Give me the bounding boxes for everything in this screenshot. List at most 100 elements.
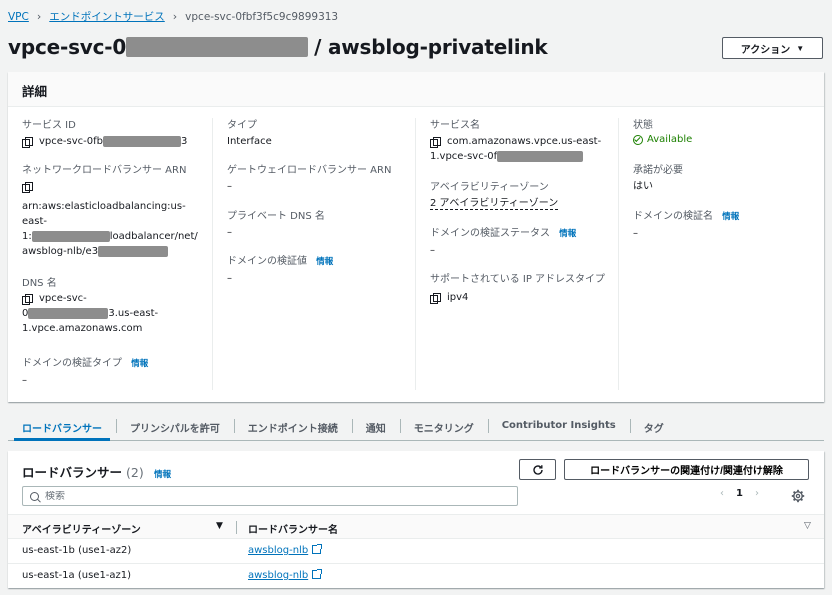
page-number[interactable]: 1 — [736, 488, 743, 499]
column-header-az[interactable]: アベイラビリティーゾーン — [22, 521, 141, 536]
private-dns-label: プライベート DNS 名 — [227, 211, 325, 222]
details-heading: 詳細 — [8, 72, 824, 107]
details-column-1: サービス ID vpce-svc-0fb 3 ネットワークロードバランサー AR… — [22, 118, 212, 390]
service-name-label: サービス名 — [430, 120, 480, 131]
domain-verification-name-value: – — [633, 228, 638, 239]
column-header-lb-name[interactable]: ロードバランサー名 — [248, 521, 338, 536]
domain-verification-type-value: – — [22, 375, 27, 386]
page-title: vpce-svc-0 / awsblog-privatelink — [8, 35, 548, 59]
availability-zones-label: アベイラビリティーゾーン — [430, 182, 549, 193]
service-id-value-prefix: vpce-svc-0fb — [39, 136, 103, 147]
redaction-block — [28, 308, 109, 319]
info-link[interactable]: 情報 — [131, 359, 148, 369]
copy-icon[interactable] — [22, 182, 33, 193]
tab-monitoring[interactable]: モニタリング — [399, 413, 488, 440]
redaction-block — [126, 37, 309, 57]
domain-verification-status-field: ドメインの検証ステータス 情報 – — [430, 226, 576, 258]
service-name-field: サービス名 com.amazonaws.vpce.us-east- 1.vpce… — [430, 118, 601, 164]
domain-verification-status-label: ドメインの検証ステータス — [430, 228, 550, 239]
availability-zones-value[interactable]: 2 アベイラビリティーゾーン — [430, 198, 559, 210]
column-divider — [236, 521, 237, 534]
tab-contributor-insights[interactable]: Contributor Insights — [487, 413, 630, 440]
copy-icon[interactable] — [430, 136, 441, 148]
tab-allow-principals[interactable]: プリンシパルを許可 — [116, 413, 234, 440]
acceptance-required-label: 承諾が必要 — [633, 165, 683, 176]
domain-verification-name-label: ドメインの検証名 — [633, 211, 713, 222]
tab-load-balancers[interactable]: ロードバランサー — [8, 413, 116, 441]
chevron-left-icon[interactable]: ‹ — [720, 488, 724, 499]
details-column-4: 状態 Available 承諾が必要 はい ドメインの検証名 情報 – — [618, 118, 824, 390]
domain-verification-name-field: ドメインの検証名 情報 – — [633, 209, 739, 241]
type-label: タイプ — [227, 120, 257, 131]
service-id-field: サービス ID vpce-svc-0fb 3 — [22, 118, 187, 149]
info-link[interactable]: 情報 — [316, 257, 333, 267]
info-link[interactable]: 情報 — [722, 212, 739, 222]
sort-icon[interactable]: ▽ — [804, 521, 811, 531]
nlb-arn-line1: arn:aws:elasticloadbalancing:us- — [22, 201, 186, 212]
domain-verification-value-value: – — [227, 273, 232, 284]
external-link-icon[interactable] — [312, 544, 323, 554]
tab-tags[interactable]: タグ — [629, 413, 678, 440]
refresh-button[interactable] — [519, 459, 556, 480]
info-link[interactable]: 情報 — [559, 229, 576, 239]
breadcrumb: VPC › エンドポイントサービス › vpce-svc-0fbf3f5c9c9… — [8, 9, 338, 24]
load-balancers-panel: ロードバランサー(2) 情報 ロードバランサーの関連付け/関連付け解除 ‹ 1 … — [8, 451, 824, 588]
load-balancers-title: ロードバランサー (2) 情報 — [22, 462, 171, 481]
lb-name-link[interactable]: awsblog-nlb — [248, 545, 308, 556]
service-name-line2-prefix: 1.vpce-svc-0f — [430, 151, 498, 162]
dns-name-line3: 1.vpce.amazonaws.com — [22, 323, 143, 334]
domain-verification-type-field: ドメインの検証タイプ 情報 – — [22, 356, 148, 388]
search-icon — [30, 491, 39, 501]
lb-name-link[interactable]: awsblog-nlb — [248, 570, 308, 581]
actions-label: アクション — [740, 44, 791, 56]
type-field: タイプ Interface — [227, 118, 272, 149]
check-circle-icon — [633, 134, 643, 145]
tab-endpoint-connections[interactable]: エンドポイント接続 — [233, 413, 352, 440]
domain-verification-value-label: ドメインの検証値 — [227, 256, 307, 267]
copy-icon[interactable] — [22, 136, 33, 148]
domain-verification-status-value: – — [430, 245, 435, 256]
row-lb-name: awsblog-nlb — [248, 569, 323, 581]
search-input[interactable] — [45, 490, 485, 502]
search-box — [22, 486, 518, 506]
state-label: 状態 — [633, 120, 653, 131]
tab-notifications[interactable]: 通知 — [351, 413, 400, 440]
dns-name-line1: vpce-svc- — [39, 293, 87, 304]
gwlb-arn-label: ゲートウェイロードバランサー ARN — [227, 165, 392, 176]
load-balancers-count: (2) — [126, 465, 144, 480]
nlb-arn-line3-suffix: loadbalancer/net/ — [109, 231, 198, 242]
table-row: us-east-1b (use1-az2) awsblog-nlb — [8, 539, 824, 564]
chevron-right-icon[interactable]: › — [755, 488, 759, 499]
redaction-block — [98, 246, 169, 257]
actions-button[interactable]: アクション ▼ — [722, 37, 823, 59]
type-value: Interface — [227, 136, 272, 147]
info-link[interactable]: 情報 — [154, 470, 171, 480]
state-field: 状態 Available — [633, 118, 692, 145]
dns-name-label: DNS 名 — [22, 278, 57, 289]
details-column-3: サービス名 com.amazonaws.vpce.us-east- 1.vpce… — [415, 118, 618, 390]
dns-name-line2-suffix: 3.us-east- — [108, 308, 159, 319]
supported-ip-field: サポートされている IP アドレスタイプ ipv4 — [430, 272, 610, 305]
acceptance-required-field: 承諾が必要 はい — [633, 163, 683, 194]
private-dns-field: プライベート DNS 名 – — [227, 209, 325, 240]
supported-ip-label: サポートされている IP アドレスタイプ — [430, 274, 606, 285]
supported-ip-value: ipv4 — [447, 292, 469, 303]
service-id-label: サービス ID — [22, 120, 76, 131]
pagination: ‹ 1 › — [720, 488, 759, 499]
dns-name-field: DNS 名 vpce-svc- 0 3.us-east- 1.vpce.amaz… — [22, 276, 158, 336]
breadcrumb-endpoint-services[interactable]: エンドポイントサービス — [49, 9, 165, 24]
associate-load-balancers-button[interactable]: ロードバランサーの関連付け/関連付け解除 — [564, 459, 809, 480]
state-value: Available — [647, 134, 693, 145]
nlb-arn-field: ネットワークロードバランサー ARN arn:aws:elasticloadba… — [22, 163, 198, 259]
row-lb-name: awsblog-nlb — [248, 544, 323, 556]
copy-icon[interactable] — [430, 292, 441, 304]
refresh-icon — [532, 464, 543, 475]
copy-icon[interactable] — [22, 293, 33, 305]
gear-icon[interactable] — [791, 489, 805, 503]
sort-down-icon[interactable]: ▼ — [216, 521, 223, 531]
breadcrumb-vpc[interactable]: VPC — [8, 11, 29, 23]
redaction-block — [31, 231, 110, 242]
status-badge: Available — [633, 134, 692, 145]
external-link-icon[interactable] — [312, 569, 323, 579]
load-balancers-title-text: ロードバランサー — [22, 465, 123, 480]
